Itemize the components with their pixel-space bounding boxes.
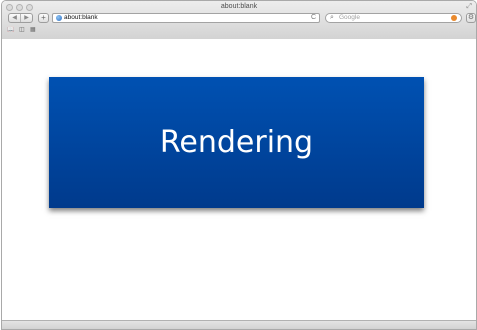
globe-icon (56, 15, 62, 21)
search-field[interactable]: ⌕ Google (325, 13, 462, 23)
window-title: about:blank (220, 3, 258, 10)
rendering-box: Rendering (49, 77, 424, 208)
status-bar (2, 320, 476, 329)
new-tab-button[interactable]: + (38, 13, 49, 23)
search-icon: ⌕ (330, 14, 334, 21)
settings-button[interactable]: ⚙ (466, 13, 476, 23)
address-bar[interactable]: about:blank C (52, 13, 320, 23)
reading-list-icon[interactable]: 📖 (7, 26, 14, 35)
reload-button[interactable]: C (311, 14, 316, 22)
search-placeholder[interactable]: Google (339, 14, 360, 22)
rendering-label: Rendering (159, 124, 314, 160)
navigation-buttons: ◀ ▶ (8, 13, 33, 23)
top-sites-icon[interactable]: ▦ (30, 26, 36, 35)
forward-button[interactable]: ▶ (20, 14, 32, 22)
extension-icon[interactable] (451, 15, 457, 21)
browser-toolbar: about:blank ⤢ ◀ ▶ + about:blank C ⌕ Goog… (2, 1, 476, 40)
fullscreen-icon[interactable]: ⤢ (466, 3, 472, 11)
url-text[interactable]: about:blank (64, 14, 98, 22)
bookmarks-icon[interactable]: ◫ (19, 26, 25, 35)
back-button[interactable]: ◀ (9, 14, 20, 22)
